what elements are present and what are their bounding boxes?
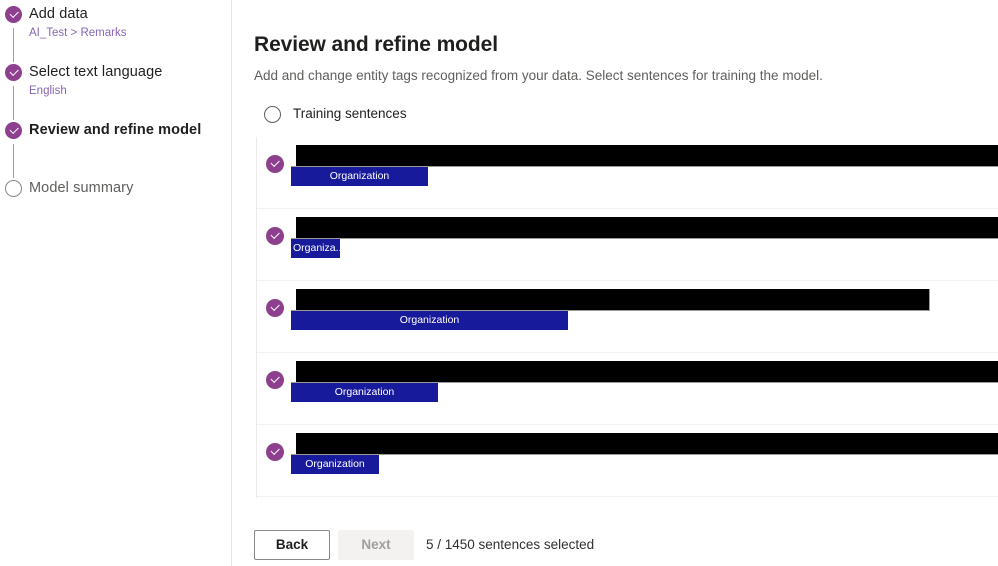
wizard-step-breadcrumb[interactable]: AI_Test > Remarks xyxy=(29,26,126,41)
entity-tag-organization[interactable]: Organization xyxy=(291,455,379,474)
sentences-selected-status: 5 / 1450 sentences selected xyxy=(426,537,595,552)
entity-tag-organization[interactable]: Organization xyxy=(291,383,438,402)
breadcrumb-column[interactable]: Remarks xyxy=(80,27,126,39)
wizard-footer: Back Next 5 / 1450 sentences selected xyxy=(232,498,998,566)
redaction-gap xyxy=(291,145,296,166)
redacted-sentence-text xyxy=(291,433,998,455)
wizard-step-label: Add data xyxy=(29,6,88,22)
entity-tag-organization[interactable]: Organization xyxy=(291,311,568,330)
step-pending-circle-icon xyxy=(5,180,22,197)
select-all-sentences-toggle[interactable]: Training sentences xyxy=(264,104,407,124)
entity-tag-organization[interactable]: Organiza... xyxy=(291,239,340,258)
redacted-sentence-text xyxy=(291,145,998,167)
row-selected-check-icon[interactable] xyxy=(266,155,284,173)
row-selected-check-icon[interactable] xyxy=(266,299,284,317)
back-button[interactable]: Back xyxy=(254,530,330,560)
table-row[interactable]: Organization xyxy=(257,137,998,209)
main-panel: Review and refine model Add and change e… xyxy=(232,0,998,566)
redacted-sentence-text xyxy=(291,217,998,239)
step-complete-check-icon xyxy=(5,122,22,139)
select-all-label: Training sentences xyxy=(293,106,407,121)
wizard-step-label: Select text language xyxy=(29,64,163,80)
breadcrumb-dataset[interactable]: AI_Test xyxy=(29,27,67,39)
wizard-step-label: Model summary xyxy=(29,180,134,196)
table-row[interactable]: Organization xyxy=(257,425,998,497)
redacted-sentence-text xyxy=(291,361,998,383)
wizard-connector-3 xyxy=(13,144,14,178)
redacted-sentence-text xyxy=(291,289,930,311)
entity-tag-organization[interactable]: Organization xyxy=(291,167,428,186)
page-title: Review and refine model xyxy=(254,33,498,56)
next-button: Next xyxy=(338,530,414,560)
app-root: Add data AI_Test > Remarks Select text l… xyxy=(0,0,998,566)
wizard-step-label: Review and refine model xyxy=(29,122,202,138)
page-subtitle: Add and change entity tags recognized fr… xyxy=(254,68,823,83)
wizard-connector-2 xyxy=(13,86,14,120)
wizard-sidebar: Add data AI_Test > Remarks Select text l… xyxy=(0,0,232,566)
breadcrumb-separator: > xyxy=(67,27,81,39)
wizard-step-value: English xyxy=(29,85,67,97)
redaction-gap xyxy=(291,289,296,310)
unchecked-circle-icon[interactable] xyxy=(264,105,281,123)
sentence-list: Organization Organiza... Organization Or… xyxy=(256,137,998,498)
table-row[interactable]: Organization xyxy=(257,281,998,353)
table-row[interactable]: Organization xyxy=(257,353,998,425)
row-selected-check-icon[interactable] xyxy=(266,227,284,245)
table-row[interactable]: Organiza... xyxy=(257,209,998,281)
row-selected-check-icon[interactable] xyxy=(266,371,284,389)
step-complete-check-icon xyxy=(5,64,22,81)
redaction-gap xyxy=(291,361,296,382)
redaction-gap xyxy=(291,217,296,238)
row-selected-check-icon[interactable] xyxy=(266,443,284,461)
redaction-gap xyxy=(291,433,296,454)
step-complete-check-icon xyxy=(5,6,22,23)
wizard-connector-1 xyxy=(13,28,14,62)
